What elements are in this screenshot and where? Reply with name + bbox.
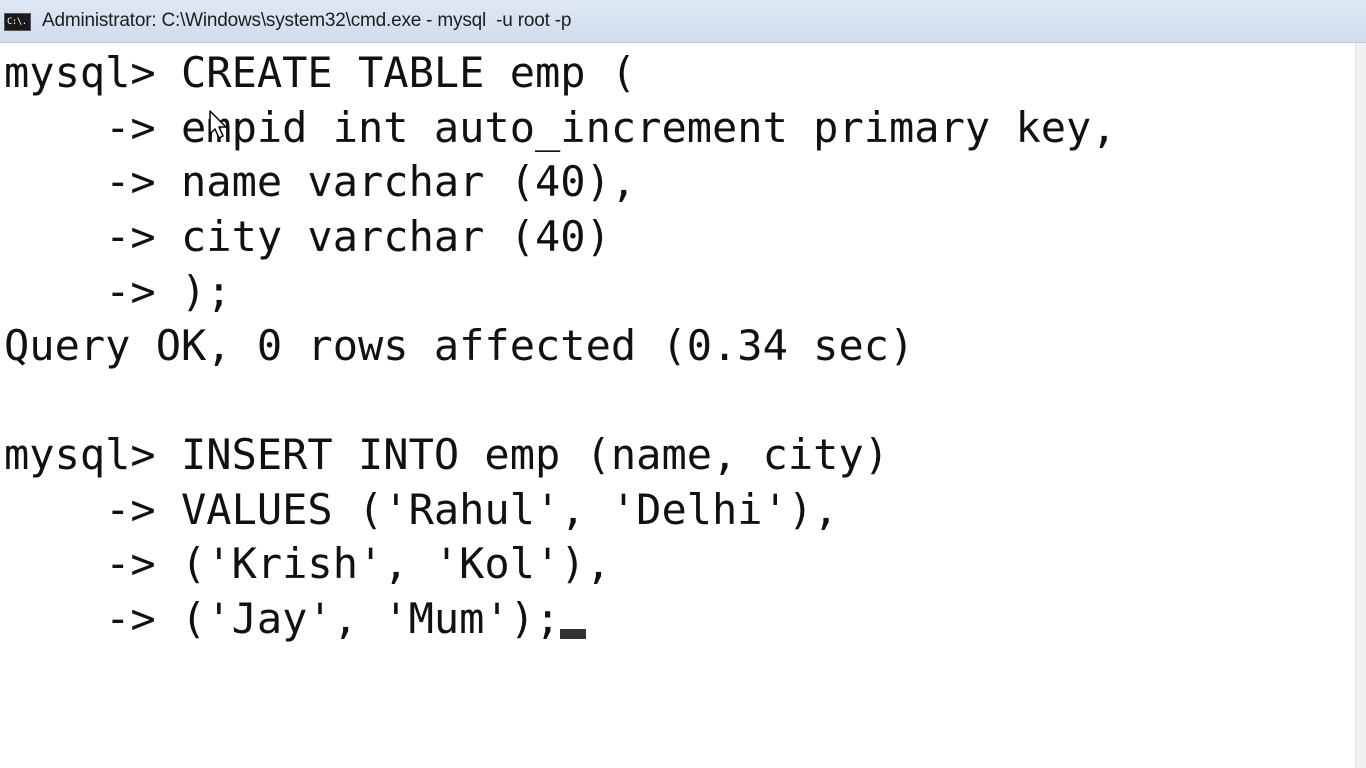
console-line: -> name varchar (40),	[4, 157, 637, 206]
console-line: -> VALUES ('Rahul', 'Delhi'),	[4, 485, 839, 534]
title-bar[interactable]: C:\. Administrator: C:\Windows\system32\…	[0, 0, 1366, 43]
console-line: mysql> CREATE TABLE emp (	[4, 48, 637, 97]
window-title: Administrator: C:\Windows\system32\cmd.e…	[42, 10, 572, 31]
console-line: -> city varchar (40)	[4, 212, 611, 261]
console-line: mysql> INSERT INTO emp (name, city)	[4, 430, 890, 479]
cmd-window: C:\. Administrator: C:\Windows\system32\…	[0, 0, 1366, 768]
text-cursor	[560, 629, 587, 639]
console-output[interactable]: mysql> CREATE TABLE emp ( -> empid int a…	[0, 43, 1356, 768]
cmd-icon: C:\.	[4, 13, 31, 31]
vertical-scrollbar[interactable]	[1355, 43, 1366, 768]
console-line: -> ('Krish', 'Kol'),	[4, 539, 611, 588]
console-input-line[interactable]: -> ('Jay', 'Mum');	[4, 592, 587, 646]
mouse-pointer-icon	[209, 110, 227, 139]
console-line: -> empid int auto_increment primary key,	[4, 103, 1117, 152]
console-line-text: -> ('Jay', 'Mum');	[4, 594, 561, 643]
console-line: Query OK, 0 rows affected (0.34 sec)	[4, 321, 915, 370]
console-line: -> );	[4, 267, 232, 316]
